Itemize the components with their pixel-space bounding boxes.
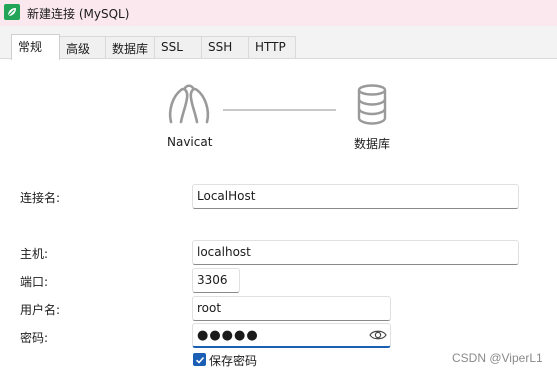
navicat-leaf-icon	[4, 4, 20, 20]
port-label: 端口:	[20, 275, 49, 289]
navicat-icon	[168, 84, 210, 124]
connection-line	[223, 109, 336, 111]
save-password-checkbox[interactable]	[193, 353, 206, 366]
username-label: 用户名:	[20, 303, 61, 317]
tab-http[interactable]: HTTP	[248, 36, 296, 59]
watermark: CSDN @ViperL1	[452, 351, 543, 365]
password-value: ●●●●●	[197, 328, 259, 343]
tab-advanced[interactable]: 高级	[59, 36, 106, 59]
tab-ssl[interactable]: SSL	[154, 36, 202, 59]
save-password-label: 保存密码	[209, 354, 258, 368]
eye-icon[interactable]	[369, 328, 387, 342]
window-title: 新建连接 (MySQL)	[27, 7, 130, 21]
tab-bar: 常规 高级 数据库 SSL SSH HTTP	[0, 26, 557, 60]
tab-ssh[interactable]: SSH	[201, 36, 249, 59]
database-label: 数据库	[354, 137, 391, 151]
port-input[interactable]: 3306	[192, 268, 240, 293]
password-label: 密码:	[20, 331, 49, 345]
title-bar: 新建连接 (MySQL)	[0, 0, 557, 26]
password-input[interactable]: ●●●●●	[192, 323, 391, 348]
connection-name-input[interactable]: LocalHost	[192, 184, 519, 209]
navicat-label: Navicat	[167, 135, 213, 149]
tab-general[interactable]: 常规	[11, 34, 60, 60]
database-icon	[357, 84, 387, 125]
tab-databases[interactable]: 数据库	[105, 36, 155, 59]
host-input[interactable]: localhost	[192, 240, 519, 265]
host-label: 主机:	[20, 247, 49, 261]
connection-name-label: 连接名:	[20, 191, 61, 205]
username-input[interactable]: root	[192, 296, 391, 321]
checkmark-icon	[195, 356, 204, 364]
